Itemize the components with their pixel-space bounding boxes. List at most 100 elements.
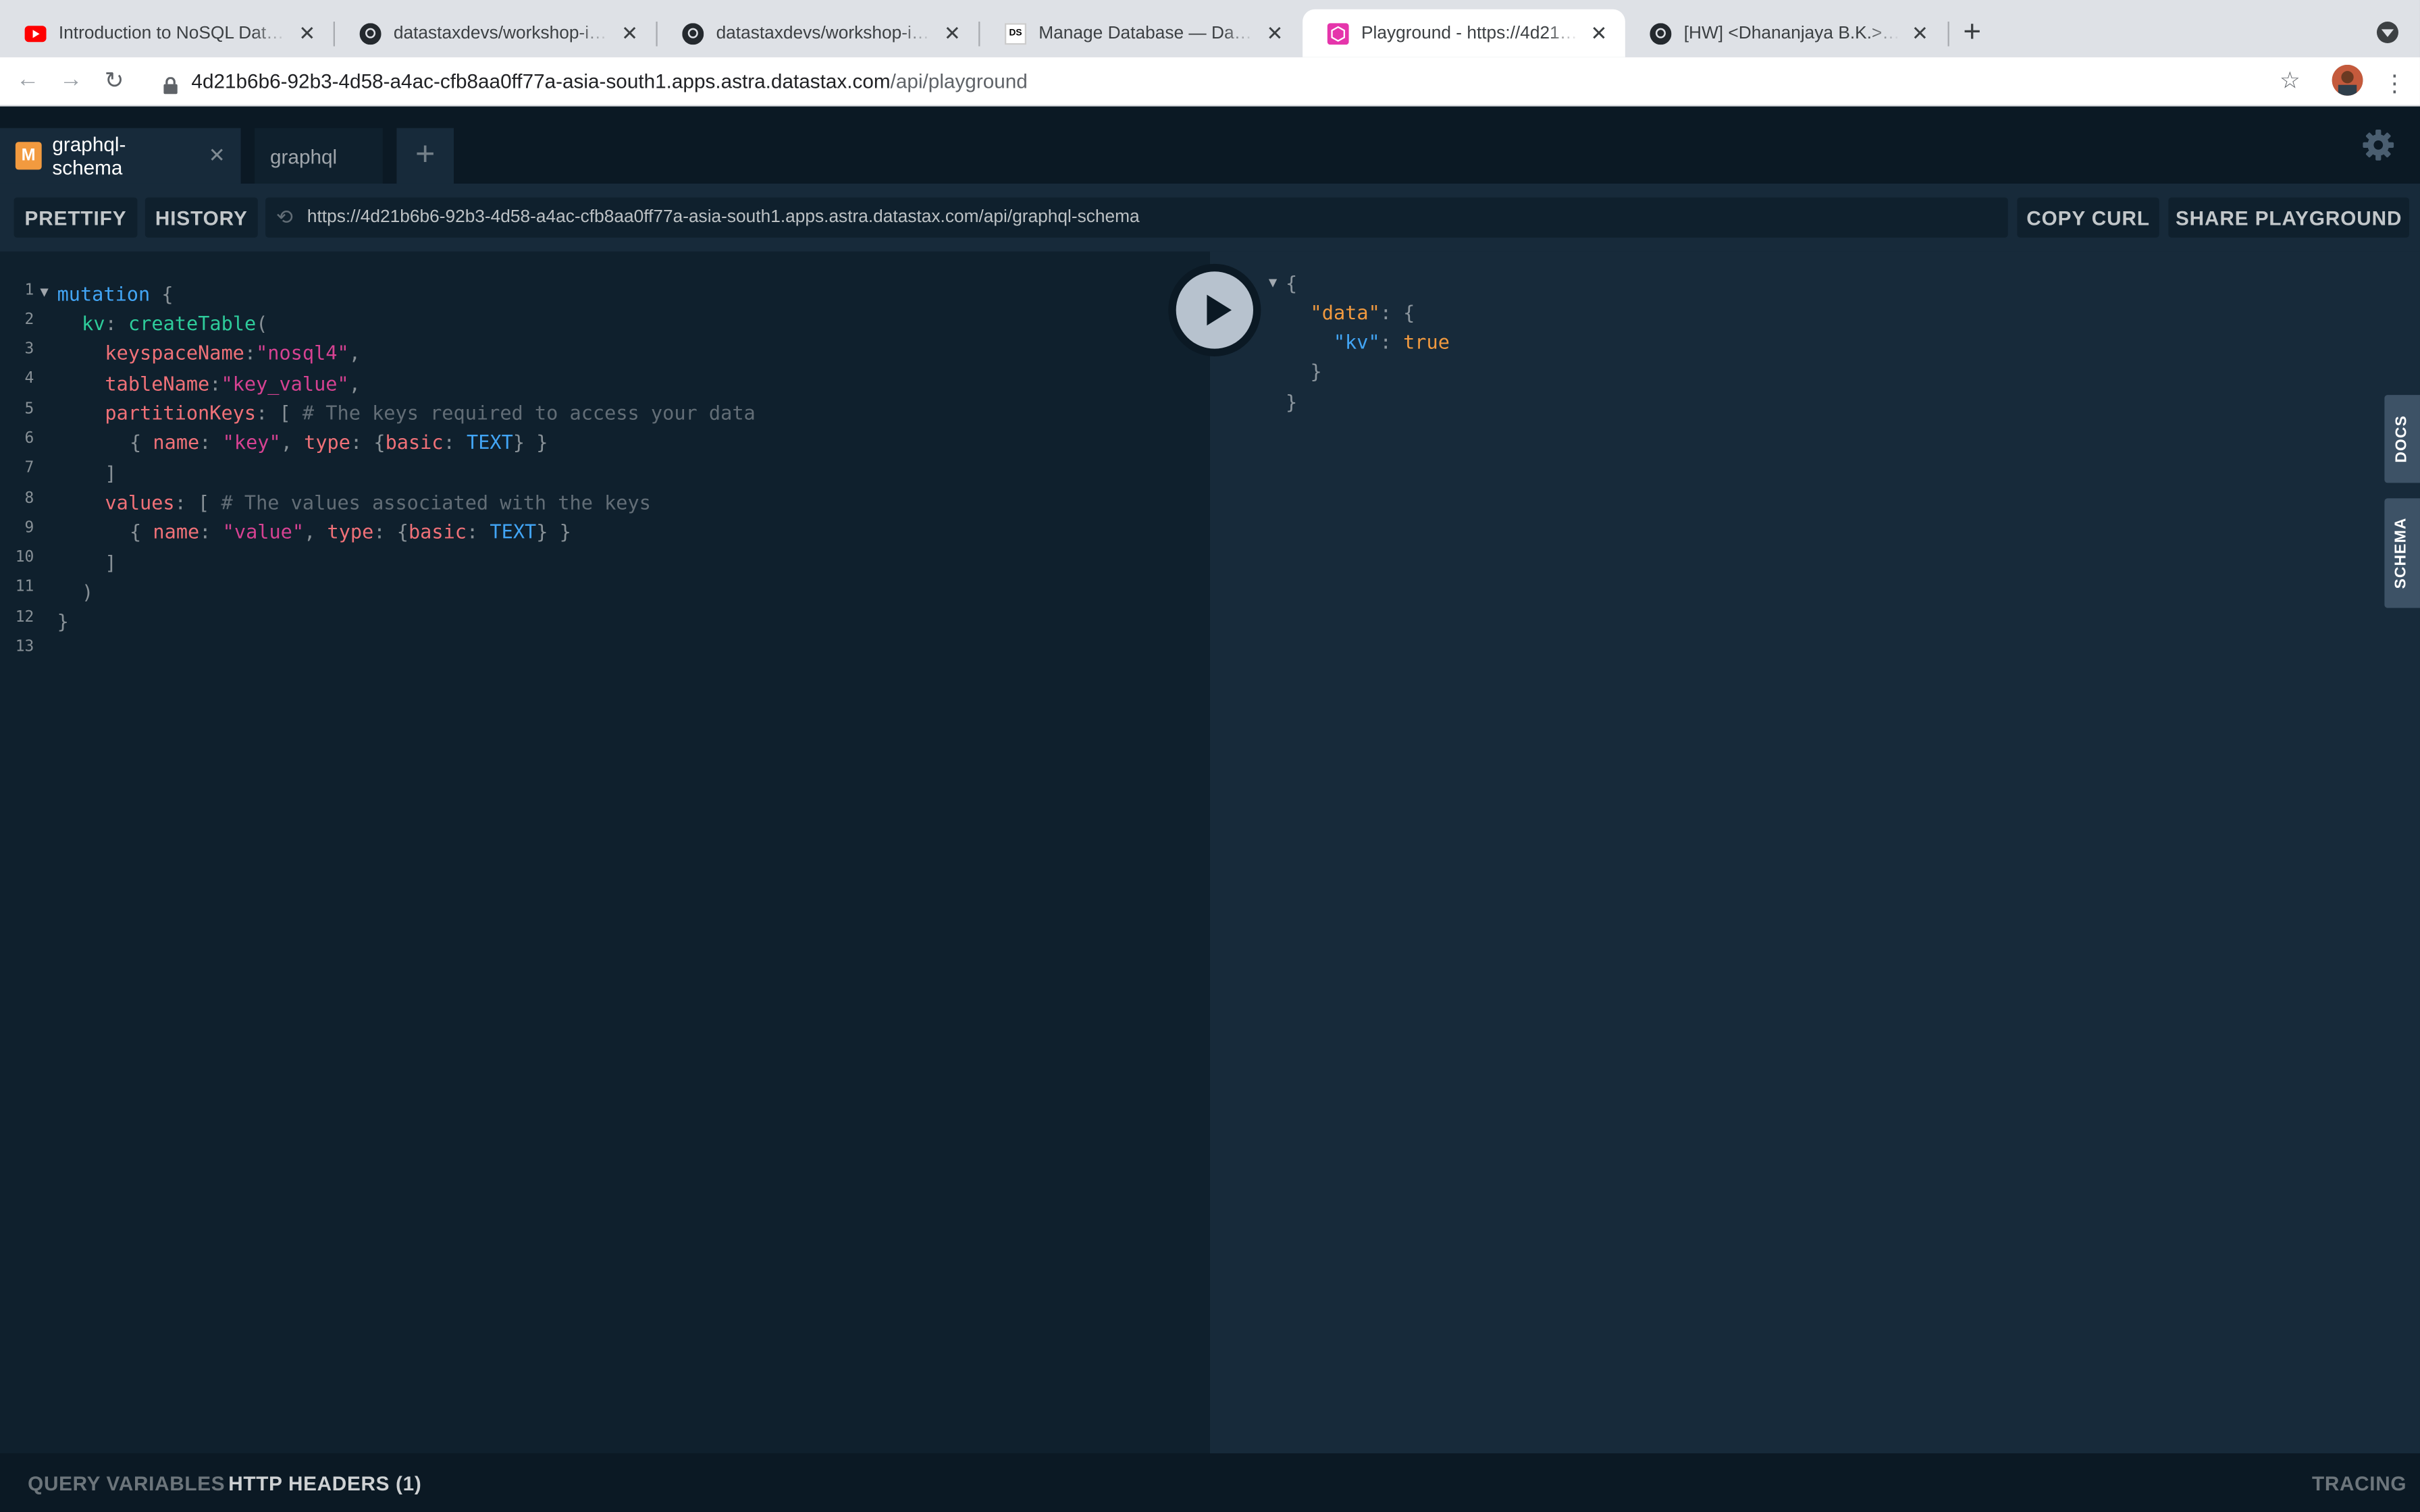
- json-value: true: [1403, 330, 1450, 354]
- code-field: createTable: [128, 311, 257, 335]
- history-button[interactable]: HISTORY: [144, 197, 258, 238]
- code-line: values: [ # The values associated with t…: [105, 490, 651, 514]
- browser-tab-youtube[interactable]: Introduction to NoSQL Databas ✕: [0, 9, 334, 57]
- code-line: { name: "key", type: {basic: TEXT} }: [129, 430, 548, 454]
- http-headers-tab[interactable]: HTTP HEADERS (1): [228, 1472, 421, 1495]
- code-argument: values: [105, 490, 175, 514]
- code-argument: basic: [385, 430, 444, 454]
- close-icon[interactable]: ✕: [941, 21, 963, 46]
- fold-arrow-icon[interactable]: ▼: [1269, 276, 1277, 292]
- line-number: 7: [24, 460, 34, 477]
- json-line: "data": {: [1310, 300, 1415, 324]
- add-tab-icon[interactable]: +: [396, 128, 454, 184]
- schema-label: SCHEMA: [2394, 517, 2411, 589]
- prettify-button[interactable]: PRETTIFY: [14, 197, 138, 238]
- code-enum: TEXT: [490, 520, 537, 543]
- code-comment: # The values associated with the keys: [221, 490, 651, 514]
- address-host: 4d21b6b6-92b3-4d58-a4ac-cfb8aa0ff77a-asi…: [191, 69, 891, 93]
- schema-side-tab[interactable]: SCHEMA: [2384, 498, 2420, 608]
- playground-tab-graphql-schema[interactable]: M graphql-schema ✕: [0, 128, 241, 184]
- code-comment: # The keys required to access your data: [302, 401, 756, 425]
- bottom-panel-bar: QUERY VARIABLES HTTP HEADERS (1) TRACING: [0, 1453, 2420, 1512]
- code-argument: name: [153, 520, 200, 543]
- query-editor[interactable]: 1 2 3 4 5 6 7 8 9 10 11 12 13 ▼ mutation…: [0, 251, 1210, 1454]
- browser-tab-datastax[interactable]: DS Manage Database — DataStax ✕: [980, 9, 1300, 57]
- json-line: }: [1285, 390, 1298, 414]
- reload-icon[interactable]: ↻: [99, 66, 130, 94]
- code-keyword: mutation: [57, 282, 151, 306]
- json-line: "kv": true: [1333, 330, 1450, 354]
- browser-tab-github-1[interactable]: datastaxdevs/workshop-introd ✕: [335, 9, 656, 57]
- gear-icon[interactable]: [2361, 128, 2395, 162]
- tab-separator: [1947, 21, 1949, 47]
- datastax-icon: DS: [1004, 22, 1026, 45]
- share-playground-button[interactable]: SHARE PLAYGROUND: [2168, 197, 2409, 238]
- code-line: mutation {: [57, 282, 174, 306]
- code-string: "key": [222, 430, 281, 454]
- code-argument: keyspaceName: [105, 341, 244, 364]
- json-key: "kv": [1333, 330, 1380, 354]
- browser-tab-github-2[interactable]: datastaxdevs/workshop-introd ✕: [658, 9, 978, 57]
- back-icon[interactable]: ←: [12, 66, 43, 92]
- address-input[interactable]: 4d21b6b6-92b3-4d58-a4ac-cfb8aa0ff77a-asi…: [191, 70, 1027, 92]
- line-number: 9: [24, 520, 34, 537]
- line-number: 11: [15, 578, 34, 596]
- fold-arrow-icon[interactable]: ▼: [40, 286, 48, 301]
- graphql-icon: [1327, 22, 1349, 45]
- lock-icon[interactable]: [163, 74, 178, 94]
- tab-search-icon[interactable]: [2376, 21, 2398, 43]
- close-icon[interactable]: ✕: [1264, 21, 1286, 46]
- line-number: 2: [24, 311, 34, 329]
- profile-avatar[interactable]: [2332, 64, 2363, 96]
- code-line: tableName:"key_value",: [105, 371, 361, 396]
- close-icon[interactable]: ✕: [1909, 21, 1930, 46]
- browser-tab-playground[interactable]: Playground - https://4d21b6b6 ✕: [1303, 9, 1625, 57]
- github-icon: [359, 22, 382, 45]
- code-line: ): [82, 580, 94, 603]
- code-line: kv: createTable(: [82, 311, 268, 335]
- code-string: "nosql4": [256, 341, 349, 364]
- endpoint-input[interactable]: ⟲ https://4d21b6b6-92b3-4d58-a4ac-cfb8aa…: [265, 197, 2008, 238]
- docs-side-tab[interactable]: DOCS: [2384, 395, 2420, 483]
- close-icon[interactable]: ✕: [619, 21, 641, 46]
- code-argument: tableName: [105, 371, 210, 396]
- close-icon[interactable]: ✕: [296, 21, 318, 46]
- line-number: 12: [15, 609, 34, 626]
- line-number: 6: [24, 430, 34, 448]
- code-argument: type: [327, 520, 374, 543]
- execute-query-button[interactable]: [1168, 263, 1261, 356]
- bookmark-star-icon[interactable]: ☆: [2280, 66, 2300, 94]
- browser-menu-icon[interactable]: ⋮: [2383, 70, 2406, 97]
- browser-tab-strip: Introduction to NoSQL Databas ✕ datastax…: [0, 0, 2420, 57]
- line-number: 1: [24, 282, 34, 300]
- code-enum: TEXT: [467, 430, 513, 454]
- refresh-schema-icon[interactable]: ⟲: [276, 205, 298, 230]
- tracing-tab[interactable]: TRACING: [2312, 1472, 2406, 1495]
- code-string: "key_value": [221, 371, 349, 396]
- code-line: { name: "value", type: {basic: TEXT} }: [129, 520, 571, 543]
- code-line: keyspaceName:"nosql4",: [105, 341, 361, 364]
- new-tab-icon[interactable]: +: [1963, 16, 1981, 49]
- screen: Introduction to NoSQL Databas ✕ datastax…: [0, 0, 2420, 1512]
- close-icon[interactable]: ✕: [1588, 21, 1610, 46]
- result-viewer[interactable]: ▼ { "data": { "kv": true } }: [1209, 251, 2420, 1454]
- address-path: /api/playground: [890, 69, 1028, 93]
- endpoint-url: https://4d21b6b6-92b3-4d58-a4ac-cfb8aa0f…: [307, 208, 1140, 227]
- youtube-icon: [24, 22, 47, 44]
- query-variables-tab[interactable]: QUERY VARIABLES: [28, 1472, 225, 1495]
- browser-tab-title: [HW] <Dhananjaya B.K.> · Issu: [1683, 24, 1900, 43]
- copy-curl-button[interactable]: COPY CURL: [2017, 197, 2159, 238]
- line-number: 8: [24, 490, 34, 508]
- browser-tab-title: datastaxdevs/workshop-introd: [393, 24, 610, 43]
- code-line: ]: [105, 550, 117, 574]
- docs-label: DOCS: [2394, 414, 2411, 463]
- playground-tab-graphql[interactable]: graphql: [255, 128, 383, 184]
- github-icon: [682, 22, 704, 45]
- playground-tab-label: graphql-schema: [52, 132, 126, 180]
- close-icon[interactable]: ✕: [209, 144, 226, 169]
- browser-tab-title: Introduction to NoSQL Databas: [58, 24, 288, 43]
- forward-icon[interactable]: →: [55, 66, 86, 92]
- code-argument: type: [304, 430, 350, 454]
- browser-tab-github-issue[interactable]: [HW] <Dhananjaya B.K.> · Issu ✕: [1625, 9, 1946, 57]
- github-icon: [1650, 22, 1672, 45]
